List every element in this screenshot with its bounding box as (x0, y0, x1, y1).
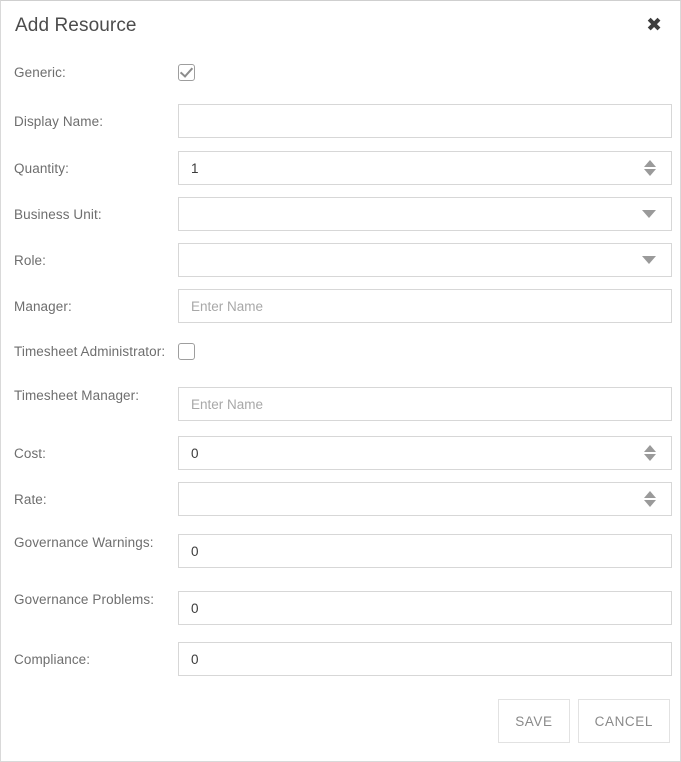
label-cost: Cost: (14, 446, 47, 461)
governance-warnings-input[interactable]: 0 (178, 534, 672, 568)
chevron-down-icon[interactable] (644, 454, 656, 461)
dialog-header: Add Resource ✖ (1, 1, 680, 49)
control-business-unit (178, 197, 672, 231)
form-row-timesheet-manager: Timesheet Manager: Enter Name (1, 387, 672, 421)
control-generic (178, 64, 670, 86)
form-row-timesheet-administrator: Timesheet Administrator: (1, 343, 670, 365)
cost-input[interactable]: 0 (178, 436, 672, 470)
quantity-stepper[interactable] (644, 160, 656, 176)
chevron-down-icon[interactable] (642, 256, 656, 264)
timesheet-administrator-checkbox[interactable] (178, 343, 195, 360)
chevron-down-icon[interactable] (642, 210, 656, 218)
form-row-rate: Rate: (1, 482, 672, 516)
page-title: Add Resource (15, 14, 137, 36)
chevron-up-icon[interactable] (644, 491, 656, 498)
label-business-unit: Business Unit: (14, 207, 102, 222)
control-timesheet-manager: Enter Name (178, 387, 672, 421)
form-row-governance-warnings: Governance Warnings: 0 (1, 534, 672, 568)
control-compliance: 0 (178, 642, 672, 676)
chevron-down-icon[interactable] (644, 500, 656, 507)
form-row-cost: Cost: 0 (1, 436, 672, 470)
close-icon[interactable]: ✖ (646, 15, 662, 35)
form-row-compliance: Compliance: 0 (1, 642, 672, 676)
cancel-button[interactable]: CANCEL (577, 699, 670, 743)
add-resource-dialog: Add Resource ✖ Generic: Display Name: Qu… (0, 0, 681, 762)
timesheet-manager-input[interactable]: Enter Name (178, 387, 672, 421)
generic-checkbox[interactable] (178, 64, 195, 81)
chevron-down-icon[interactable] (644, 169, 656, 176)
control-role (178, 243, 672, 277)
control-cost: 0 (178, 436, 672, 470)
control-display-name (178, 104, 672, 138)
control-rate (178, 482, 672, 516)
label-role: Role: (14, 253, 47, 268)
form-row-generic: Generic: (1, 64, 670, 86)
business-unit-select[interactable] (178, 197, 672, 231)
display-name-input[interactable] (178, 104, 672, 138)
form-row-display-name: Display Name: (1, 104, 672, 138)
cost-stepper[interactable] (644, 445, 656, 461)
control-governance-problems: 0 (178, 591, 672, 625)
label-governance-warnings: Governance Warnings: (14, 535, 154, 550)
control-quantity: 1 (178, 151, 672, 185)
dialog-footer: SAVE CANCEL (1, 699, 680, 743)
form-row-role: Role: (1, 243, 672, 277)
chevron-up-icon[interactable] (644, 445, 656, 452)
compliance-input[interactable]: 0 (178, 642, 672, 676)
label-rate: Rate: (14, 492, 47, 507)
control-timesheet-administrator (178, 343, 670, 365)
form-row-manager: Manager: Enter Name (1, 289, 672, 323)
label-generic: Generic: (14, 65, 66, 80)
label-timesheet-manager: Timesheet Manager: (14, 388, 140, 403)
label-timesheet-administrator: Timesheet Administrator: (14, 344, 166, 359)
label-quantity: Quantity: (14, 161, 69, 176)
form-row-quantity: Quantity: 1 (1, 151, 672, 185)
chevron-up-icon[interactable] (644, 160, 656, 167)
manager-input[interactable]: Enter Name (178, 289, 672, 323)
quantity-input[interactable]: 1 (178, 151, 672, 185)
resource-form: Generic: Display Name: Quantity: 1 Busin… (1, 64, 680, 676)
save-button[interactable]: SAVE (498, 699, 570, 743)
label-governance-problems: Governance Problems: (14, 592, 155, 607)
governance-problems-input[interactable]: 0 (178, 591, 672, 625)
label-display-name: Display Name: (14, 114, 104, 129)
form-row-business-unit: Business Unit: (1, 197, 672, 231)
role-select[interactable] (178, 243, 672, 277)
control-governance-warnings: 0 (178, 534, 672, 568)
control-manager: Enter Name (178, 289, 672, 323)
label-manager: Manager: (14, 299, 72, 314)
form-row-governance-problems: Governance Problems: 0 (1, 591, 672, 625)
label-compliance: Compliance: (14, 652, 91, 667)
rate-stepper[interactable] (644, 491, 656, 507)
rate-input[interactable] (178, 482, 672, 516)
